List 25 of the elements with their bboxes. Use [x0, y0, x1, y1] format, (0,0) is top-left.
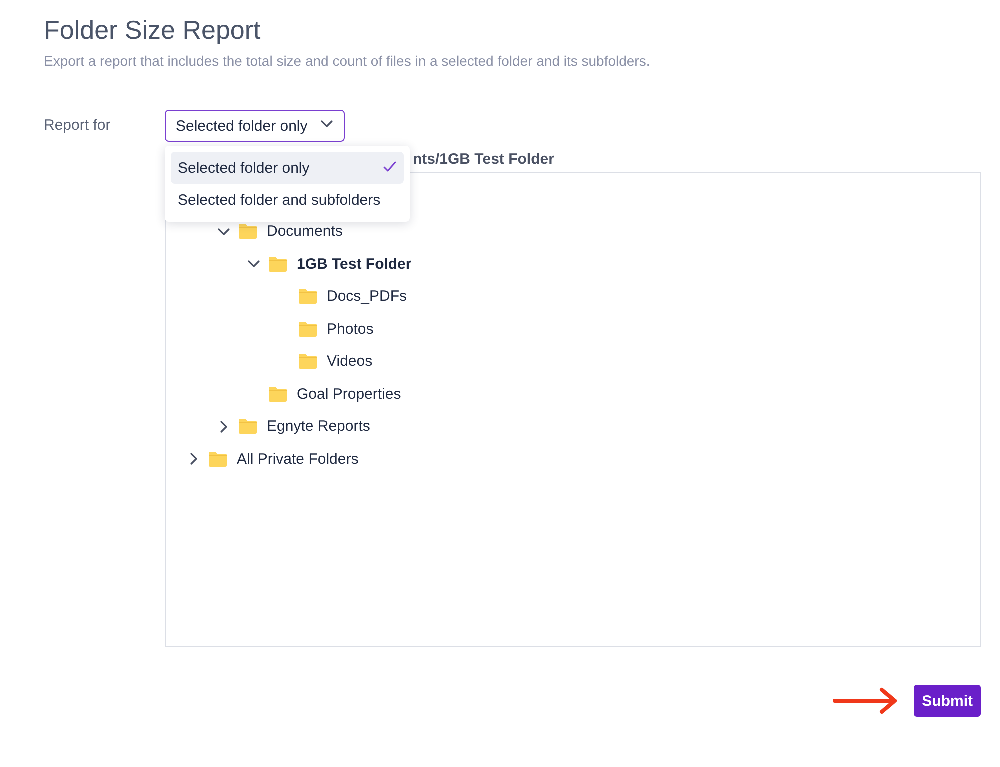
folder-name[interactable]: Photos	[327, 320, 374, 338]
folder-icon	[268, 386, 288, 403]
report-for-dropdown[interactable]: Selected folder only	[165, 110, 345, 142]
folder-icon	[298, 353, 318, 370]
dropdown-option[interactable]: Selected folder only	[171, 152, 404, 184]
folder-name[interactable]: Egnyte Reports	[267, 418, 370, 436]
folder-path: nts/1GB Test Folder	[413, 150, 556, 170]
folder-name[interactable]: All Private Folders	[237, 450, 359, 468]
folder-name[interactable]: Videos	[327, 353, 373, 370]
folder-icon	[298, 288, 318, 306]
folder-icon	[238, 223, 258, 240]
folder-name[interactable]: Documents	[267, 223, 343, 240]
submit-button[interactable]: Submit	[914, 685, 981, 717]
page-description: Export a report that includes the total size and count of files in a selected folder and its subfolders.	[44, 52, 652, 71]
dropdown-option[interactable]: Selected folder and subfolders	[171, 184, 404, 216]
folder-name[interactable]: 1GB Test Folder	[297, 256, 412, 273]
field-label: Report for	[44, 116, 112, 136]
folder-icon	[268, 256, 288, 273]
folder-name[interactable]: Goal Properties	[297, 386, 402, 403]
folder-icon	[298, 320, 318, 338]
folder-name[interactable]: Docs_PDFs	[327, 288, 408, 306]
folder-icon	[238, 418, 258, 436]
folder-icon	[208, 450, 228, 468]
page-title: Folder Size Report	[44, 14, 262, 46]
checkmark-icon	[383, 160, 397, 172]
